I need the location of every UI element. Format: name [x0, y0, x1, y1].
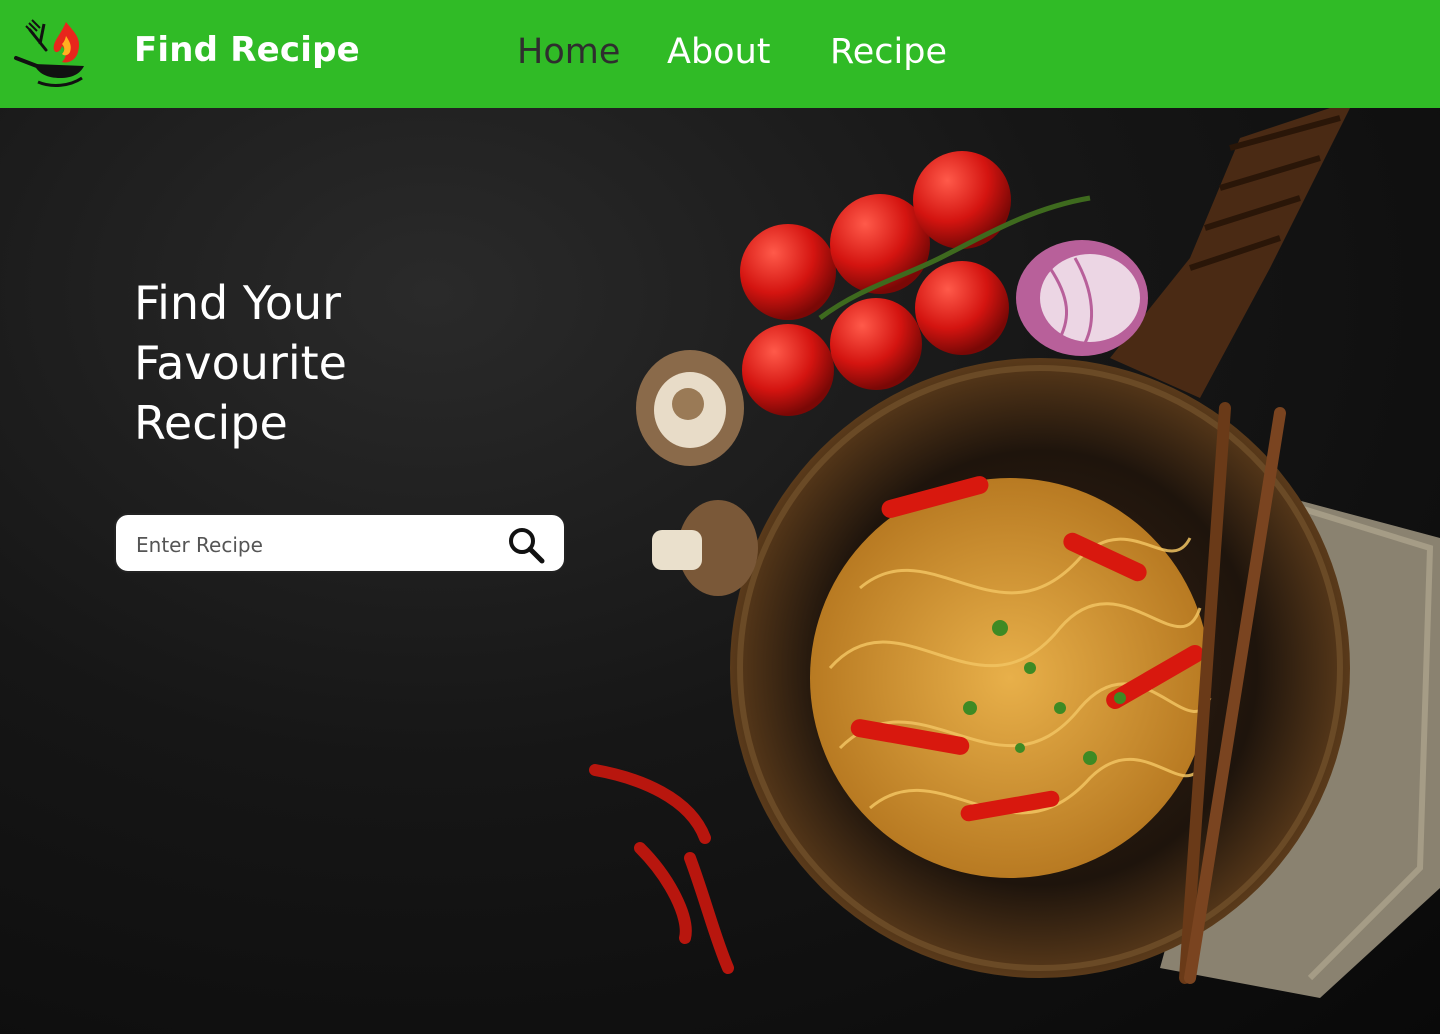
headline-line-3: Recipe	[134, 396, 288, 450]
headline-line-2: Favourite	[134, 336, 347, 390]
search-input[interactable]	[134, 527, 498, 563]
search-icon[interactable]	[506, 525, 546, 565]
navbar: Find Recipe Home About Recipe	[0, 0, 1440, 108]
headline-line-1: Find Your	[134, 276, 342, 330]
nav-link-about[interactable]: About	[667, 32, 770, 72]
logo-icon[interactable]	[12, 14, 90, 92]
brand-title[interactable]: Find Recipe	[134, 30, 360, 70]
search-box	[114, 513, 566, 573]
hero-headline: Find Your Favourite Recipe	[134, 273, 534, 453]
nav-link-recipe[interactable]: Recipe	[830, 32, 947, 72]
nav-link-home[interactable]: Home	[517, 32, 620, 72]
hero-section: Find Your Favourite Recipe	[0, 108, 1440, 1034]
